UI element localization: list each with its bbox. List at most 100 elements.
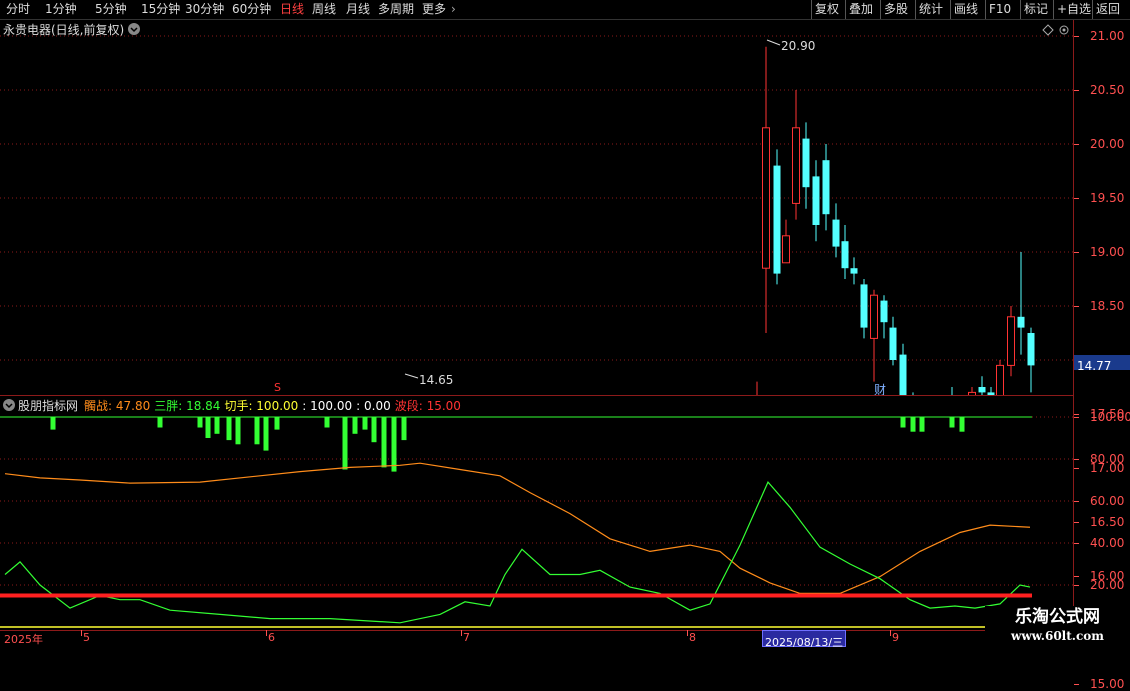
candle [899, 343, 907, 395]
tab-period-15min[interactable]: 15分钟 [141, 0, 180, 19]
candle [802, 122, 810, 209]
chevron-right-icon[interactable]: › [451, 0, 456, 19]
date-label-year: 2025年 [4, 633, 43, 646]
sell-marker: S [274, 381, 281, 394]
price-tick-label: 20.50 [1090, 83, 1125, 97]
indicator-chart[interactable] [0, 396, 1074, 631]
cursor-date-box: 2025/08/13/三 [762, 630, 847, 649]
indicator-bar [919, 417, 925, 432]
price-tick [1074, 468, 1079, 469]
button-biaoji[interactable]: 标记 [1020, 0, 1048, 19]
price-tick-label: 19.50 [1090, 191, 1125, 205]
tab-period-multi[interactable]: 多周期 [378, 0, 414, 19]
watermark-url: www.60lt.com [1011, 629, 1104, 643]
indicator-bar [197, 417, 203, 428]
button-diejia[interactable]: 叠加 [845, 0, 873, 19]
date-tick [81, 630, 82, 636]
indicator-bar [254, 417, 260, 445]
indicator-tick-label: 60.00 [1090, 494, 1125, 508]
price-tick [1074, 90, 1079, 91]
price-tick-label: 19.00 [1090, 245, 1125, 259]
low-pointer [404, 373, 419, 379]
button-huaxian[interactable]: 画线 [950, 0, 978, 19]
date-label-july: 7 [463, 631, 470, 644]
candle [889, 316, 897, 366]
candle [951, 387, 953, 395]
tab-period-more[interactable]: 更多 [422, 0, 446, 19]
indicator-bar [342, 417, 348, 470]
price-tick [1074, 306, 1079, 307]
indicator-bar [362, 417, 368, 430]
indicator-bar [371, 417, 377, 443]
tab-period-60min[interactable]: 60分钟 [232, 0, 271, 19]
candle [850, 257, 858, 285]
candle [792, 90, 800, 220]
price-tick [1074, 36, 1079, 37]
indicator-bar [352, 417, 358, 434]
indicator-bar [50, 417, 56, 430]
indicator-tick [1074, 501, 1079, 502]
tab-period-fenshi[interactable]: 分时 [6, 0, 30, 19]
button-add-watchlist[interactable]: +自选 [1053, 0, 1091, 19]
indicator-bar [401, 417, 407, 441]
tab-period-monthly[interactable]: 月线 [346, 0, 370, 19]
date-axis [0, 630, 1130, 650]
indicator-bar [235, 417, 241, 445]
indicator-bar [381, 417, 387, 468]
candle [841, 225, 849, 279]
tab-period-5min[interactable]: 5分钟 [95, 0, 127, 19]
current-price-tag: 14.77 [1074, 355, 1130, 373]
date-tick [687, 630, 688, 636]
button-duogu[interactable]: 多股 [880, 0, 908, 19]
cursor-date: 2025/08/13/三 [765, 636, 844, 649]
candle [822, 144, 830, 231]
date-tick [461, 630, 462, 636]
date-label-june: 6 [268, 631, 275, 644]
indicator-tick [1074, 585, 1079, 586]
button-f10[interactable]: F10 [985, 0, 1011, 19]
candlestick-chart[interactable] [0, 20, 1074, 395]
tab-period-1min[interactable]: 1分钟 [45, 0, 77, 19]
indicator-bar [226, 417, 232, 441]
indicator-tick [1074, 543, 1079, 544]
indicator-bar [949, 417, 955, 428]
indicator-tick-label: 20.00 [1090, 578, 1125, 592]
indicator-bar [959, 417, 965, 432]
tab-period-30min[interactable]: 30分钟 [185, 0, 224, 19]
button-tongji[interactable]: 统计 [915, 0, 943, 19]
indicator-tick-label: 100.00 [1090, 410, 1130, 424]
candle [880, 295, 888, 339]
candle [968, 387, 976, 395]
candle [756, 381, 758, 395]
button-back[interactable]: 返回 [1092, 0, 1120, 19]
price-tick [1074, 414, 1079, 415]
candle [860, 279, 868, 339]
price-tick [1074, 252, 1079, 253]
indicator-tick-label: 40.00 [1090, 536, 1125, 550]
indicator-bar [391, 417, 397, 472]
green-indicator-line [4, 480, 1031, 624]
indicator-bar [324, 417, 330, 428]
low-price-label: 14.65 [419, 373, 454, 387]
price-tick-label: 21.00 [1090, 29, 1125, 43]
high-pointer [766, 39, 781, 46]
orange-indicator-line [4, 462, 1031, 594]
price-tick [1074, 684, 1079, 685]
candle [782, 219, 790, 264]
indicator-bar [214, 417, 220, 434]
date-label-aug: 8 [689, 631, 696, 644]
candle [773, 149, 781, 285]
tab-period-weekly[interactable]: 周线 [312, 0, 336, 19]
indicator-tick-label: 80.00 [1090, 452, 1125, 466]
price-tick [1074, 198, 1079, 199]
price-tick-label: 20.00 [1090, 137, 1125, 151]
price-tick-label: 16.50 [1090, 515, 1125, 529]
watermark: 乐淘公式网 www.60lt.com [985, 606, 1130, 650]
current-price-value: 14.77 [1077, 359, 1112, 373]
tab-period-daily[interactable]: 日线 [280, 0, 304, 19]
button-fuquan[interactable]: 复权 [811, 0, 839, 19]
indicator-bar [205, 417, 211, 438]
candle [996, 360, 1004, 395]
date-tick [890, 630, 891, 636]
high-price-label: 20.90 [781, 39, 816, 53]
